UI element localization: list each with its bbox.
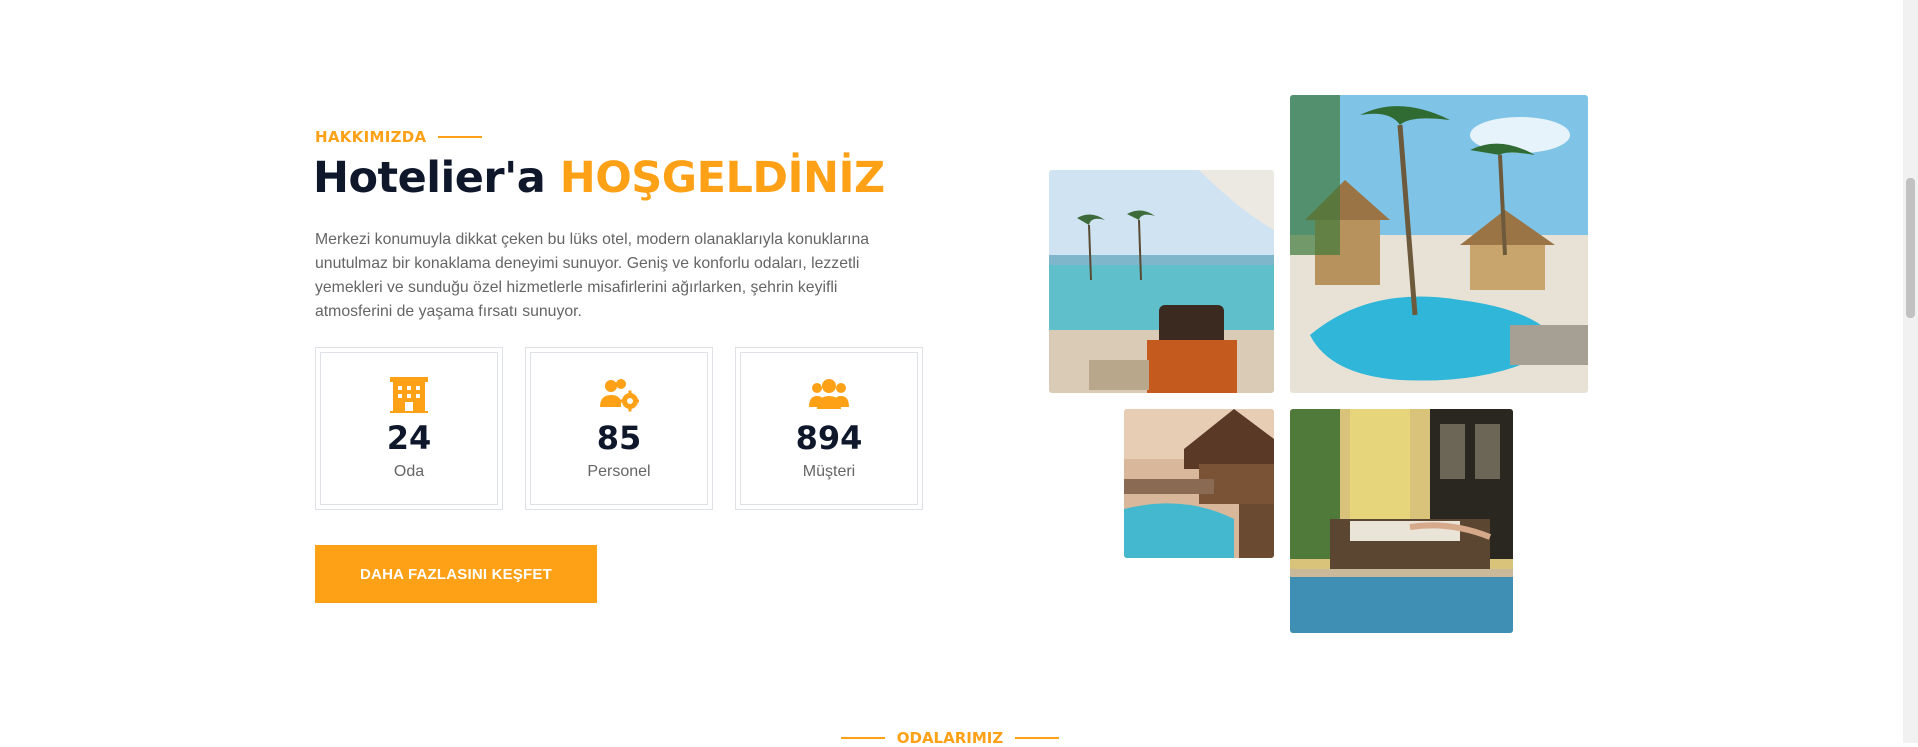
stat-card-staff: 85 Personel: [525, 347, 713, 510]
stat-label: Personel: [587, 463, 651, 480]
page-title: Hotelier'a HOŞGELDİNİZ: [313, 153, 885, 203]
stat-label: Oda: [393, 463, 425, 480]
section-subtitle: HAKKIMIZDA: [315, 128, 483, 146]
subtitle-line-right: [1015, 737, 1060, 739]
poolside-lounger-photo: [1290, 409, 1513, 633]
subtitle-line: [438, 136, 483, 138]
next-section-heading: ODALARIMIZ: [0, 729, 1900, 747]
page-scrollbar[interactable]: [1903, 0, 1918, 743]
stat-card-inner: 894 Müşteri: [740, 352, 918, 505]
stat-card-rooms: 24 Oda: [315, 347, 503, 510]
stat-label: Müşteri: [802, 463, 856, 480]
explore-more-button[interactable]: DAHA FAZLASINI KEŞFET: [315, 545, 597, 603]
subtitle-text: HAKKIMIZDA: [315, 128, 427, 146]
stat-value: 24: [386, 419, 432, 457]
subtitle-line-left: [840, 737, 885, 739]
beach-pool-photo: [1049, 170, 1274, 393]
sunset-pool-lodge-photo: [1124, 409, 1274, 558]
hotel-icon: [390, 377, 428, 413]
tropical-resort-pool-photo: [1290, 95, 1588, 393]
title-plain: Hotelier'a: [313, 153, 546, 203]
stat-card-inner: 24 Oda: [320, 352, 498, 505]
users-cog-icon: [600, 379, 639, 412]
gallery-image-sunset-lodge[interactable]: [1124, 409, 1274, 558]
next-section-subtitle: ODALARIMIZ: [896, 729, 1004, 747]
scrollbar-thumb[interactable]: [1906, 178, 1915, 318]
gallery-image-poolside-lounger[interactable]: [1290, 409, 1513, 633]
gallery-image-beach-pool[interactable]: [1049, 170, 1274, 393]
users-icon: [809, 379, 849, 409]
gallery-image-tropical-resort[interactable]: [1290, 95, 1588, 393]
title-accent: HOŞGELDİNİZ: [559, 153, 885, 203]
stat-card-customers: 894 Müşteri: [735, 347, 923, 510]
about-description: Merkezi konumuyla dikkat çeken bu lüks o…: [315, 231, 870, 320]
stat-value: 85: [596, 419, 642, 457]
stat-value: 894: [795, 419, 863, 457]
stat-card-inner: 85 Personel: [530, 352, 708, 505]
